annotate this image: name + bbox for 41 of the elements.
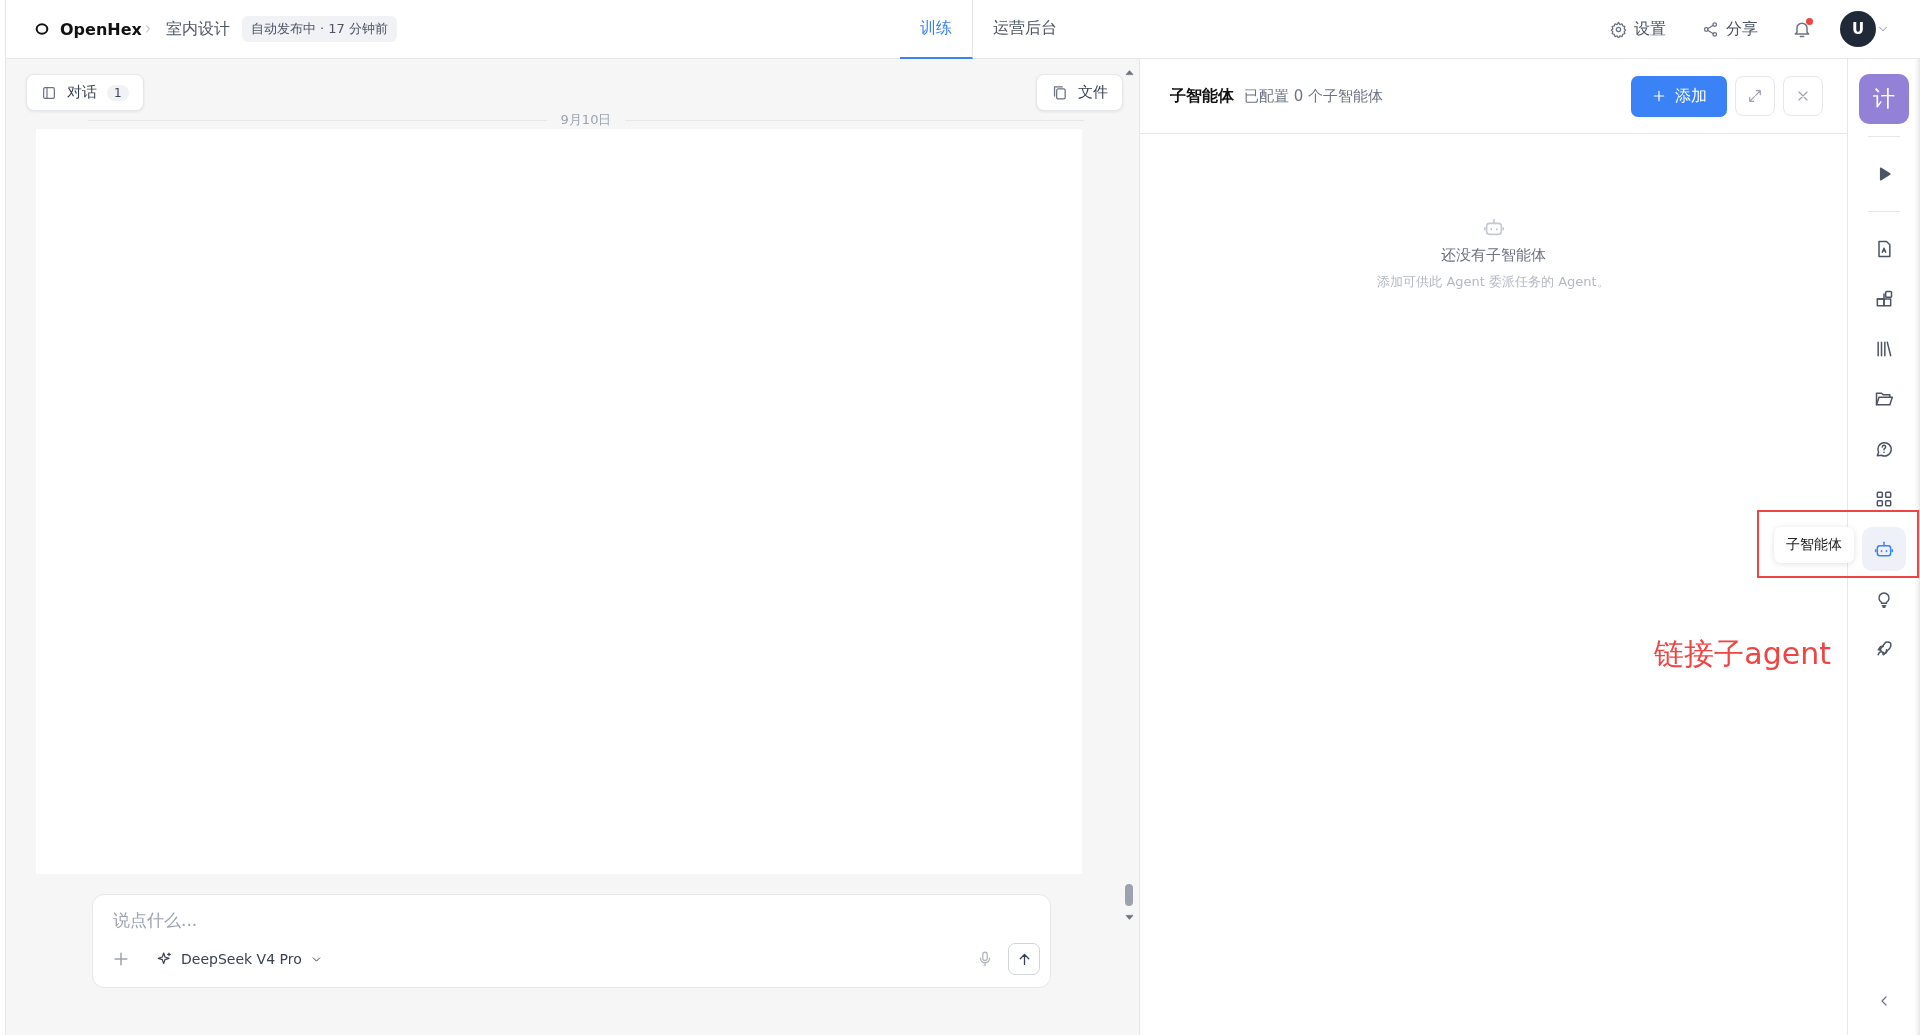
- user-avatar[interactable]: U: [1840, 11, 1876, 47]
- widgets-icon: [1874, 289, 1894, 309]
- scroll-up-icon: [1123, 67, 1135, 78]
- help-chat-icon: [1874, 439, 1894, 459]
- empty-hint: 添加可供此 Agent 委派任务的 Agent。: [1377, 273, 1610, 291]
- sidebar-icon: [41, 84, 57, 101]
- settings-icon: [1610, 20, 1627, 38]
- empty-title: 还没有子智能体: [1441, 246, 1546, 265]
- robot-icon: [1874, 539, 1894, 559]
- date-divider: 9月10日: [560, 111, 612, 129]
- rocket-icon: [1874, 639, 1894, 659]
- brand-name: OpenHex: [60, 19, 142, 39]
- rail-button[interactable]: [1862, 527, 1906, 571]
- files-button[interactable]: 文件: [1036, 74, 1123, 111]
- copy-icon: [1051, 84, 1068, 101]
- count-badge: 1: [107, 84, 129, 101]
- scrollbar-thumb[interactable]: [1125, 884, 1133, 906]
- share-icon: [1702, 20, 1719, 38]
- panel-title: 子智能体: [1170, 85, 1234, 107]
- grid-icon: [1874, 489, 1894, 509]
- message-field[interactable]: 说点什么...: [111, 909, 1044, 931]
- settings-button[interactable]: 设置: [1604, 17, 1672, 41]
- robot-icon: [1482, 216, 1505, 238]
- panel-subtitle: 已配置 0 个子智能体: [1244, 86, 1384, 106]
- tooltip: 子智能体: [1774, 527, 1854, 563]
- nav-tab[interactable]: 运营后台: [972, 0, 1077, 59]
- status-badge: 自动发布中 · 17 分钟前: [241, 16, 397, 42]
- expand-icon: [1747, 88, 1763, 104]
- send-button[interactable]: [1008, 943, 1040, 975]
- library-icon: [1874, 339, 1894, 359]
- breadcrumb-link[interactable]: 室内设计: [165, 18, 230, 40]
- scroll-down-icon: [1123, 912, 1135, 923]
- sparkle-icon: [157, 951, 173, 967]
- folder-icon: [1874, 389, 1894, 409]
- conversations-button[interactable]: 对话 1: [26, 74, 144, 111]
- add-button[interactable]: 添加: [1631, 75, 1727, 117]
- annotation-text: 链接子agent: [1654, 635, 1831, 673]
- logo-icon: [34, 21, 50, 37]
- plus-icon: [1651, 88, 1667, 104]
- model-selector[interactable]: DeepSeek V4 Pro: [151, 950, 329, 968]
- share-button[interactable]: 分享: [1696, 17, 1764, 41]
